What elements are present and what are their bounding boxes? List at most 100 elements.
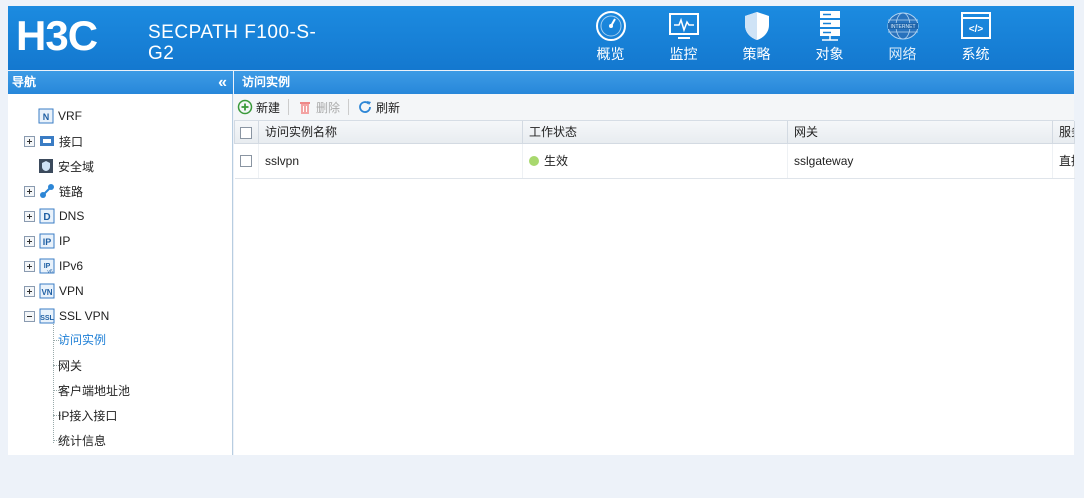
nav-system-label: 系统 [961,46,990,62]
expand-icon[interactable] [24,285,35,297]
sidebar-item-vrf[interactable]: N VRF [38,105,82,127]
security-zone-icon [38,158,54,174]
column-header-status[interactable]: 工作状态 [522,121,788,144]
shield-icon [744,12,769,40]
sidebar-item-label: DNS [59,209,85,223]
nav-policy[interactable]: 策略 [720,6,793,70]
select-all-cell [234,121,259,144]
nav-monitor-label: 监控 [669,46,698,62]
internet-globe-icon: INTERNET [887,12,918,40]
sidebar-item-label: VPN [59,284,84,298]
cell-gateway: sslgateway [787,143,1053,179]
sidebar-tree: N VRF 接口 安全域 链路 D DNS IP IP IP v6 IPv6 V… [8,94,233,455]
logo-text: H3C [16,14,98,58]
new-button-label: 新建 [256,100,281,115]
nav-network[interactable]: INTERNET 网络 [866,6,939,70]
nav-overview[interactable]: 概览 [574,6,647,70]
sidebar-item-ip[interactable]: IP IP [24,230,70,252]
ip-icon: IP [39,233,55,249]
server-icon [819,11,840,41]
sidebar-subitem-access-instance[interactable]: 访问实例 [58,329,106,351]
expand-icon[interactable] [24,260,35,272]
product-name-line1: SECPATH F100-S- [148,22,317,43]
table-header-row: 访问实例名称 工作状态 网关 服务 [234,121,1075,144]
status-dot-icon [529,156,539,166]
collapse-sidebar-icon[interactable]: « [218,71,227,94]
svg-text:D: D [43,212,50,223]
nav-policy-label: 策略 [742,46,771,62]
sidebar-item-label: 安全域 [58,159,95,174]
sidebar-title: 导航 [12,75,37,89]
sidebar-item-interface[interactable]: 接口 [24,130,83,152]
product-name: SECPATH F100-S- G2 [148,22,316,64]
sidebar-item-label: 接口 [59,134,84,149]
sidebar-item-label: SSL VPN [59,309,110,323]
sidebar-subitem-gateway[interactable]: 网关 [58,355,82,377]
column-header-name[interactable]: 访问实例名称 [258,121,523,144]
sidebar-subitem-client-pool[interactable]: 客户端地址池 [58,380,130,402]
cell-service: 直接 [1052,143,1075,179]
monitor-icon [668,13,699,39]
refresh-button[interactable]: 刷新 [357,99,400,116]
access-instance-table: 访问实例名称 工作状态 网关 服务 sslvpn 生效 sslgateway 直… [234,121,1075,179]
main-content: 新建 删除 刷新 访问实例名称 工作状态 网关 服务 [234,94,1075,455]
interface-icon [39,133,55,149]
dns-icon: D [39,208,55,224]
ssl-vpn-icon: SSL [39,308,55,324]
vpn-icon: VN [39,283,55,299]
table-row[interactable]: sslvpn 生效 sslgateway 直接 [234,143,1075,179]
delete-button[interactable]: 删除 [297,99,340,116]
select-all-checkbox[interactable] [240,126,252,139]
sidebar-item-dns[interactable]: D DNS [24,205,84,227]
svg-text:SSL: SSL [40,315,54,322]
sidebar-item-ipv6[interactable]: IP v6 IPv6 [24,255,83,277]
sidebar-title-bar: 导航 « [8,71,233,94]
collapse-icon[interactable] [24,310,35,322]
trash-icon [300,102,311,114]
row-select-cell [234,143,259,179]
sidebar-item-vpn[interactable]: VN VPN [24,280,84,302]
tree-guide-line [53,324,54,443]
sidebar-item-security-zone[interactable]: 安全域 [38,155,94,177]
sidebar-subitem-statistics[interactable]: 统计信息 [58,430,106,452]
new-button[interactable]: 新建 [237,99,280,116]
top-header: H3C SECPATH F100-S- G2 概览 监控 策略 对象 INTER… [8,6,1074,70]
code-window-icon: </> [960,12,991,39]
main-nav: 概览 监控 策略 对象 INTERNET 网络 </> 系统 [574,6,1012,70]
nav-monitor[interactable]: 监控 [647,6,720,70]
row-checkbox[interactable] [239,155,252,168]
product-name-line2: G2 [148,43,175,64]
sidebar-item-ssl-vpn[interactable]: SSL SSL VPN [24,305,109,327]
cell-status: 生效 [522,143,788,179]
cell-name: sslvpn [258,143,523,179]
sidebar-item-label: IPv6 [59,259,84,273]
ipv6-icon: IP v6 [39,258,55,274]
svg-text:N: N [43,112,50,122]
nav-object-label: 对象 [815,46,844,62]
expand-icon[interactable] [24,135,35,147]
page-title: 访问实例 [242,75,291,89]
vrf-icon: N [38,108,54,124]
sidebar-item-label: IP [59,234,71,248]
svg-text:IP: IP [43,237,52,247]
add-icon [237,99,253,115]
refresh-icon [359,101,372,113]
page-title-bar: 访问实例 [234,71,1074,94]
expand-icon[interactable] [24,235,35,247]
sidebar-subitem-ip-access-interface[interactable]: IP接入接口 [58,405,117,427]
nav-network-label: 网络 [888,46,917,62]
nav-system[interactable]: </> 系统 [939,6,1012,70]
svg-text:v6: v6 [47,269,53,274]
svg-text:VN: VN [41,288,52,297]
expand-icon[interactable] [24,185,35,197]
delete-button-label: 删除 [316,100,341,115]
nav-overview-label: 概览 [596,46,625,62]
sidebar-item-link[interactable]: 链路 [24,180,83,202]
expand-icon[interactable] [24,210,35,222]
column-header-gateway[interactable]: 网关 [787,121,1053,144]
column-header-service[interactable]: 服务 [1052,121,1075,144]
status-text: 生效 [544,154,569,168]
nav-object[interactable]: 对象 [793,6,866,70]
sidebar-item-label: VRF [58,109,82,123]
code-icon-text: </> [968,24,983,35]
